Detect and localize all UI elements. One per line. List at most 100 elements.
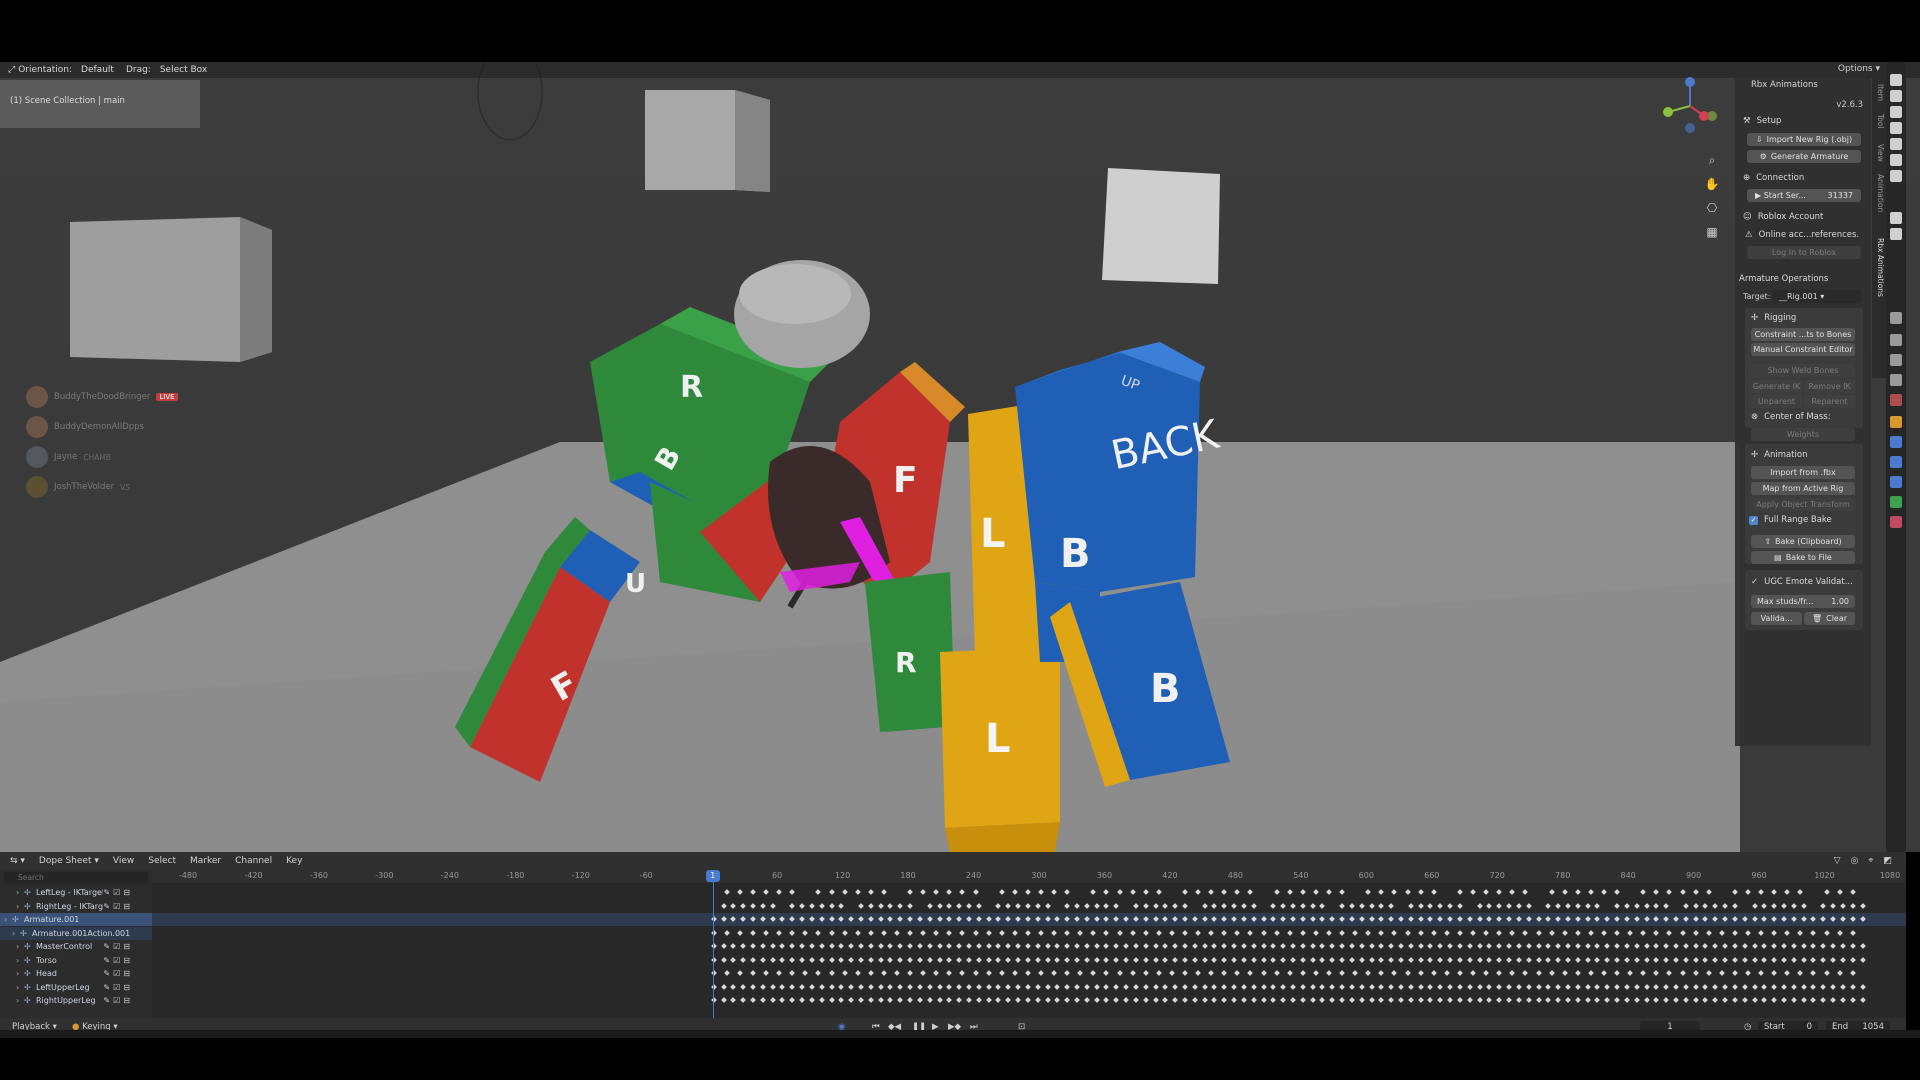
keyframe-diamond[interactable] — [730, 983, 737, 990]
keyframe-diamond[interactable] — [1129, 970, 1136, 976]
keyframe-diamond[interactable] — [1015, 997, 1021, 1003]
keyframe-diamond[interactable] — [1339, 929, 1345, 936]
keyframe-diamond[interactable] — [1365, 889, 1372, 895]
keyframe-diamond[interactable] — [966, 943, 972, 949]
keyframe-diamond[interactable] — [1015, 916, 1021, 922]
keyframe-diamond[interactable] — [858, 916, 864, 922]
keyframe-diamond[interactable] — [1329, 916, 1336, 922]
keyframe-diamond[interactable] — [933, 970, 940, 976]
keyframe-diamond[interactable] — [776, 929, 782, 936]
keyframe-diamond[interactable] — [1663, 943, 1669, 949]
keyframe-diamond[interactable] — [1211, 916, 1218, 922]
keyframe-diamond[interactable] — [1358, 943, 1365, 949]
keyframe-diamond[interactable] — [936, 983, 943, 990]
keyframe-diamond[interactable] — [1427, 916, 1434, 922]
keyframe-diamond[interactable] — [1123, 916, 1129, 922]
keyframe-diamond[interactable] — [1614, 902, 1620, 909]
keyframe-diamond[interactable] — [1398, 943, 1404, 949]
keyframe-diamond[interactable] — [1270, 902, 1277, 909]
keyframe-diamond[interactable] — [956, 983, 963, 990]
keyframe-diamond[interactable] — [1319, 943, 1326, 949]
clear-button[interactable]: 🗑 Clear — [1804, 612, 1855, 625]
keyframe-diamond[interactable] — [1627, 970, 1633, 976]
keyframe-diamond[interactable] — [1457, 943, 1463, 949]
keyframe-diamond[interactable] — [1015, 983, 1021, 990]
keyframe-diamond[interactable] — [975, 983, 982, 990]
keyframe-diamond[interactable] — [1840, 983, 1846, 990]
keyframe-diamond[interactable] — [1584, 997, 1591, 1003]
keyframe-diamond[interactable] — [1162, 997, 1169, 1003]
keyframe-diamond[interactable] — [1771, 943, 1777, 949]
reparent-button[interactable]: Reparent — [1804, 395, 1855, 408]
import-rig-button[interactable]: ⇩ Import New Rig (.obj) — [1747, 133, 1861, 146]
keyframe-diamond[interactable] — [1025, 970, 1031, 976]
keyframe-diamond[interactable] — [1182, 916, 1188, 922]
keyframe-diamond[interactable] — [1741, 956, 1748, 963]
keyframe-diamond[interactable] — [789, 970, 796, 976]
apply-object-transform-button[interactable]: Apply Object Transform — [1751, 498, 1855, 511]
keyframe-diamond[interactable] — [1309, 956, 1316, 963]
keyframe-diamond[interactable] — [1859, 902, 1866, 909]
keyframe-diamond[interactable] — [1054, 997, 1061, 1003]
keyframe-diamond[interactable] — [1614, 970, 1620, 976]
expand-arrow-icon[interactable]: › — [16, 969, 24, 978]
keyframe-diamond[interactable] — [1378, 997, 1385, 1003]
keyframe-diamond[interactable] — [1692, 956, 1699, 963]
keyframe-diamond[interactable] — [1705, 929, 1712, 936]
editor-type-dropdown[interactable]: ⇆ ▾ — [10, 856, 25, 866]
orientation-dropdown[interactable]: Default — [75, 64, 120, 76]
keyframe-diamond[interactable] — [858, 997, 864, 1003]
keyframe-row[interactable] — [152, 967, 1906, 980]
expand-arrow-icon[interactable]: › — [16, 983, 24, 992]
keyframe-diamond[interactable] — [1682, 997, 1689, 1003]
keyframe-diamond[interactable] — [1588, 970, 1594, 976]
keyframe-diamond[interactable] — [985, 970, 992, 976]
keyframe-diamond[interactable] — [1191, 956, 1198, 963]
keyframe-diamond[interactable] — [750, 983, 756, 990]
keyframe-diamond[interactable] — [1326, 970, 1332, 976]
keyframe-diamond[interactable] — [1476, 943, 1483, 949]
keyframe-diamond[interactable] — [1329, 956, 1336, 963]
keyframe-diamond[interactable] — [1781, 997, 1787, 1003]
keyframe-diamond[interactable] — [887, 943, 894, 949]
dope-sheet-mode-dropdown[interactable]: Dope Sheet ▾ — [39, 856, 99, 866]
keyframe-diamond[interactable] — [1745, 970, 1751, 976]
lock-icon[interactable]: ⊟ — [123, 996, 130, 1005]
keyframe-diamond[interactable] — [1286, 929, 1293, 936]
keyframe-diamond[interactable] — [1191, 943, 1198, 949]
keyframe-diamond[interactable] — [1702, 983, 1709, 990]
keyframe-diamond[interactable] — [1090, 970, 1097, 976]
keyframe-diamond[interactable] — [1594, 956, 1601, 963]
keyframe-diamond[interactable] — [926, 916, 933, 922]
keyframe-diamond[interactable] — [1810, 956, 1817, 963]
keyframe-diamond[interactable] — [1496, 902, 1503, 909]
keyframe-diamond[interactable] — [1522, 889, 1529, 895]
menu-view[interactable]: View — [113, 856, 134, 866]
keyframe-diamond[interactable] — [799, 983, 805, 990]
keyframe-diamond[interactable] — [1516, 997, 1522, 1003]
keyframe-diamond[interactable] — [1745, 889, 1751, 895]
keyframe-diamond[interactable] — [1044, 943, 1051, 949]
keyframe-diamond[interactable] — [1103, 956, 1110, 963]
keyframe-diamond[interactable] — [1555, 916, 1561, 922]
keyframe-diamond[interactable] — [1790, 916, 1797, 922]
pan-hand-icon[interactable]: ✋ — [1704, 176, 1720, 192]
keyframe-diamond[interactable] — [1555, 943, 1561, 949]
keyframe-diamond[interactable] — [1280, 916, 1287, 922]
keyframe-diamond[interactable] — [1408, 902, 1414, 909]
keyframe-diamond[interactable] — [1011, 889, 1018, 895]
keyframe-diamond[interactable] — [1732, 997, 1738, 1003]
keyframe-diamond[interactable] — [917, 943, 923, 949]
keyframe-diamond[interactable] — [1368, 916, 1375, 922]
keyframe-diamond[interactable] — [776, 970, 782, 976]
keyframe-diamond[interactable] — [966, 902, 972, 909]
keyframe-diamond[interactable] — [1051, 929, 1057, 936]
keyframe-diamond[interactable] — [1430, 970, 1437, 976]
keyframe-diamond[interactable] — [1712, 902, 1719, 909]
keyframe-diamond[interactable] — [1614, 916, 1620, 922]
keyframe-diamond[interactable] — [1692, 889, 1699, 895]
keyframe-diamond[interactable] — [1633, 902, 1640, 909]
keyframe-diamond[interactable] — [1201, 902, 1208, 909]
keyframe-diamond[interactable] — [1682, 916, 1689, 922]
keyframe-row[interactable] — [152, 981, 1906, 994]
